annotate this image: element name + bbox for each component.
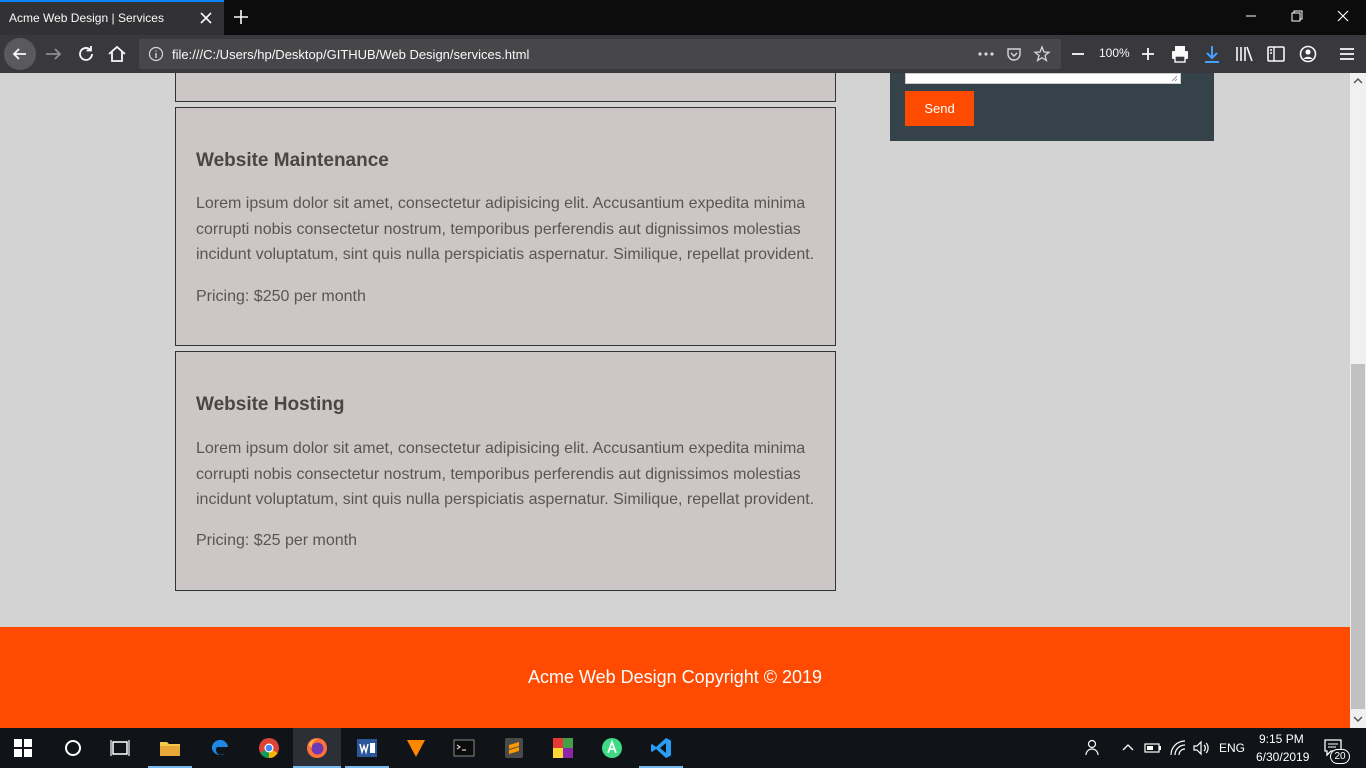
close-window-icon[interactable] [1335, 8, 1351, 24]
word-icon[interactable] [355, 736, 379, 760]
account-icon[interactable] [1296, 42, 1320, 66]
downloads-icon[interactable] [1200, 42, 1224, 66]
service-description: Lorem ipsum dolor sit amet, consectetur … [196, 195, 815, 263]
scroll-down-icon[interactable] [1353, 715, 1363, 723]
contact-form: Send [890, 73, 1214, 141]
url-text[interactable]: file:///C:/Users/hp/Desktop/GITHUB/Web D… [172, 47, 529, 62]
message-textarea[interactable] [905, 73, 1181, 84]
url-bar[interactable]: file:///C:/Users/hp/Desktop/GITHUB/Web D… [139, 39, 1061, 69]
service-pricing: Pricing: $25 per month [196, 532, 357, 549]
reload-icon[interactable] [74, 42, 98, 66]
back-button[interactable] [4, 38, 36, 70]
page-viewport: Send Website Maintenance Lorem ipsum dol… [0, 73, 1350, 728]
page-scrollbar[interactable] [1350, 73, 1366, 728]
sidebar-toggle-icon[interactable] [1264, 42, 1288, 66]
menu-icon[interactable] [1335, 42, 1359, 66]
app-grid-icon[interactable] [551, 736, 575, 760]
clock-date[interactable]: 6/30/2019 [1256, 750, 1309, 764]
tab-bar: Acme Web Design | Services [0, 0, 1366, 35]
task-view-icon[interactable] [108, 736, 132, 760]
print-icon[interactable] [1168, 42, 1192, 66]
home-icon[interactable] [105, 42, 129, 66]
minimize-icon[interactable] [1243, 8, 1259, 24]
zoom-level[interactable]: 100% [1099, 46, 1130, 60]
battery-icon[interactable] [1144, 740, 1162, 756]
zoom-out-icon[interactable] [1066, 42, 1090, 66]
edge-icon[interactable] [208, 736, 232, 760]
people-icon[interactable] [1083, 738, 1103, 758]
navigation-toolbar: file:///C:/Users/hp/Desktop/GITHUB/Web D… [0, 35, 1366, 73]
service-title: Website Maintenance [196, 150, 389, 171]
service-title: Website Hosting [196, 394, 345, 415]
sublime-icon[interactable] [502, 736, 526, 760]
notification-badge: 20 [1330, 749, 1350, 764]
clock-time[interactable]: 9:15 PM [1259, 732, 1304, 746]
service-card: Website Maintenance Lorem ipsum dolor si… [175, 107, 836, 346]
library-icon[interactable] [1232, 42, 1256, 66]
resize-handle-icon[interactable] [1170, 74, 1178, 82]
volume-icon[interactable] [1192, 739, 1210, 757]
firefox-icon[interactable] [305, 736, 329, 760]
page-footer: Acme Web Design Copyright © 2019 [0, 627, 1350, 728]
zoom-in-icon[interactable] [1136, 42, 1160, 66]
android-studio-icon[interactable] [600, 736, 624, 760]
chevron-up-icon[interactable] [1120, 740, 1136, 756]
restore-icon[interactable] [1289, 8, 1305, 24]
service-card-partial [175, 73, 836, 102]
pocket-icon[interactable] [1005, 45, 1023, 63]
new-tab-icon[interactable] [231, 7, 251, 27]
windows-taskbar: ENG 9:15 PM 6/30/2019 20 [0, 728, 1366, 768]
close-tab-icon[interactable] [199, 11, 213, 25]
vscode-icon[interactable] [649, 736, 673, 760]
page-actions-icon[interactable] [977, 46, 995, 62]
service-pricing: Pricing: $250 per month [196, 288, 366, 305]
bookmark-star-icon[interactable] [1033, 45, 1051, 63]
chrome-icon[interactable] [257, 736, 281, 760]
tab-services[interactable]: Acme Web Design | Services [0, 0, 224, 35]
service-card: Website Hosting Lorem ipsum dolor sit am… [175, 351, 836, 591]
back-arrow-icon [12, 48, 26, 60]
tab-title: Acme Web Design | Services [9, 11, 164, 25]
file-explorer-icon[interactable] [158, 736, 182, 760]
send-button[interactable]: Send [905, 91, 974, 126]
vlc-icon[interactable] [404, 736, 428, 760]
wifi-icon[interactable] [1169, 739, 1187, 757]
scroll-thumb[interactable] [1351, 364, 1365, 709]
cortana-icon[interactable] [61, 736, 85, 760]
language-indicator[interactable]: ENG [1219, 741, 1245, 755]
terminal-icon[interactable] [452, 736, 476, 760]
info-icon[interactable] [148, 46, 164, 62]
service-description: Lorem ipsum dolor sit amet, consectetur … [196, 440, 815, 508]
forward-icon[interactable] [42, 42, 66, 66]
footer-copyright: Acme Web Design Copyright © 2019 [527, 667, 823, 687]
scroll-up-icon[interactable] [1353, 77, 1363, 85]
start-icon[interactable] [13, 738, 33, 758]
